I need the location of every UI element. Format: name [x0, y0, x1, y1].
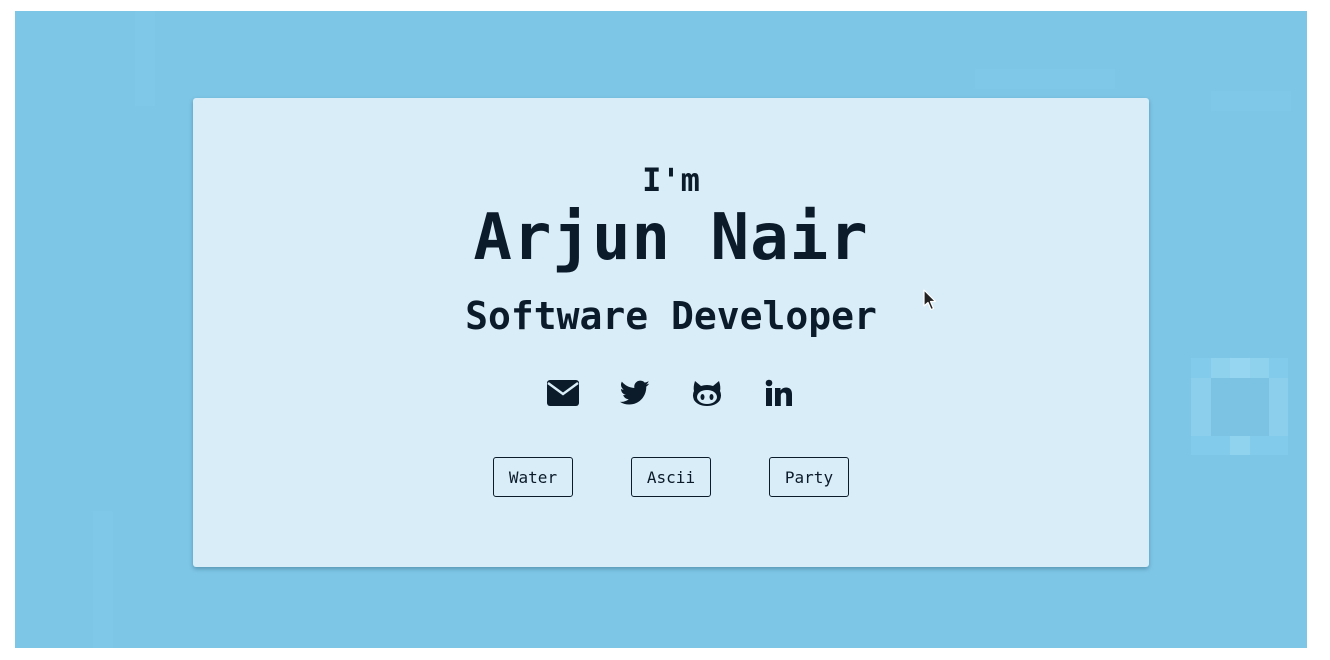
- background-pixel: [975, 69, 1115, 89]
- intro-text: I'm: [642, 161, 700, 199]
- twitter-link[interactable]: [618, 376, 652, 410]
- github-icon: [693, 381, 721, 406]
- twitter-icon: [620, 380, 650, 405]
- mouse-cursor-icon: [923, 289, 937, 311]
- background-pixel: [93, 511, 113, 648]
- background-pixel: [1269, 378, 1288, 436]
- background-pixel: [1230, 358, 1250, 378]
- developer-name: Arjun Nair: [473, 201, 869, 275]
- social-links: [193, 376, 1149, 412]
- ascii-theme-button[interactable]: Ascii: [631, 457, 711, 497]
- linkedin-icon: [765, 379, 792, 406]
- background-canvas: I'm Arjun Nair Software Developer Water …: [15, 11, 1307, 648]
- github-link[interactable]: [690, 376, 724, 410]
- water-theme-button[interactable]: Water: [493, 457, 573, 497]
- email-link[interactable]: [546, 376, 580, 410]
- profile-card: I'm Arjun Nair Software Developer Water …: [193, 98, 1149, 567]
- developer-role: Software Developer: [465, 294, 877, 338]
- linkedin-link[interactable]: [762, 376, 796, 410]
- party-theme-button[interactable]: Party: [769, 457, 849, 497]
- envelope-icon: [547, 380, 579, 406]
- background-pixel: [135, 11, 155, 106]
- background-pixel: [1230, 436, 1250, 455]
- theme-buttons: Water Ascii Party: [193, 457, 1149, 497]
- background-pixel: [1211, 378, 1269, 436]
- background-pixel: [1191, 378, 1211, 436]
- background-pixel: [1211, 91, 1291, 111]
